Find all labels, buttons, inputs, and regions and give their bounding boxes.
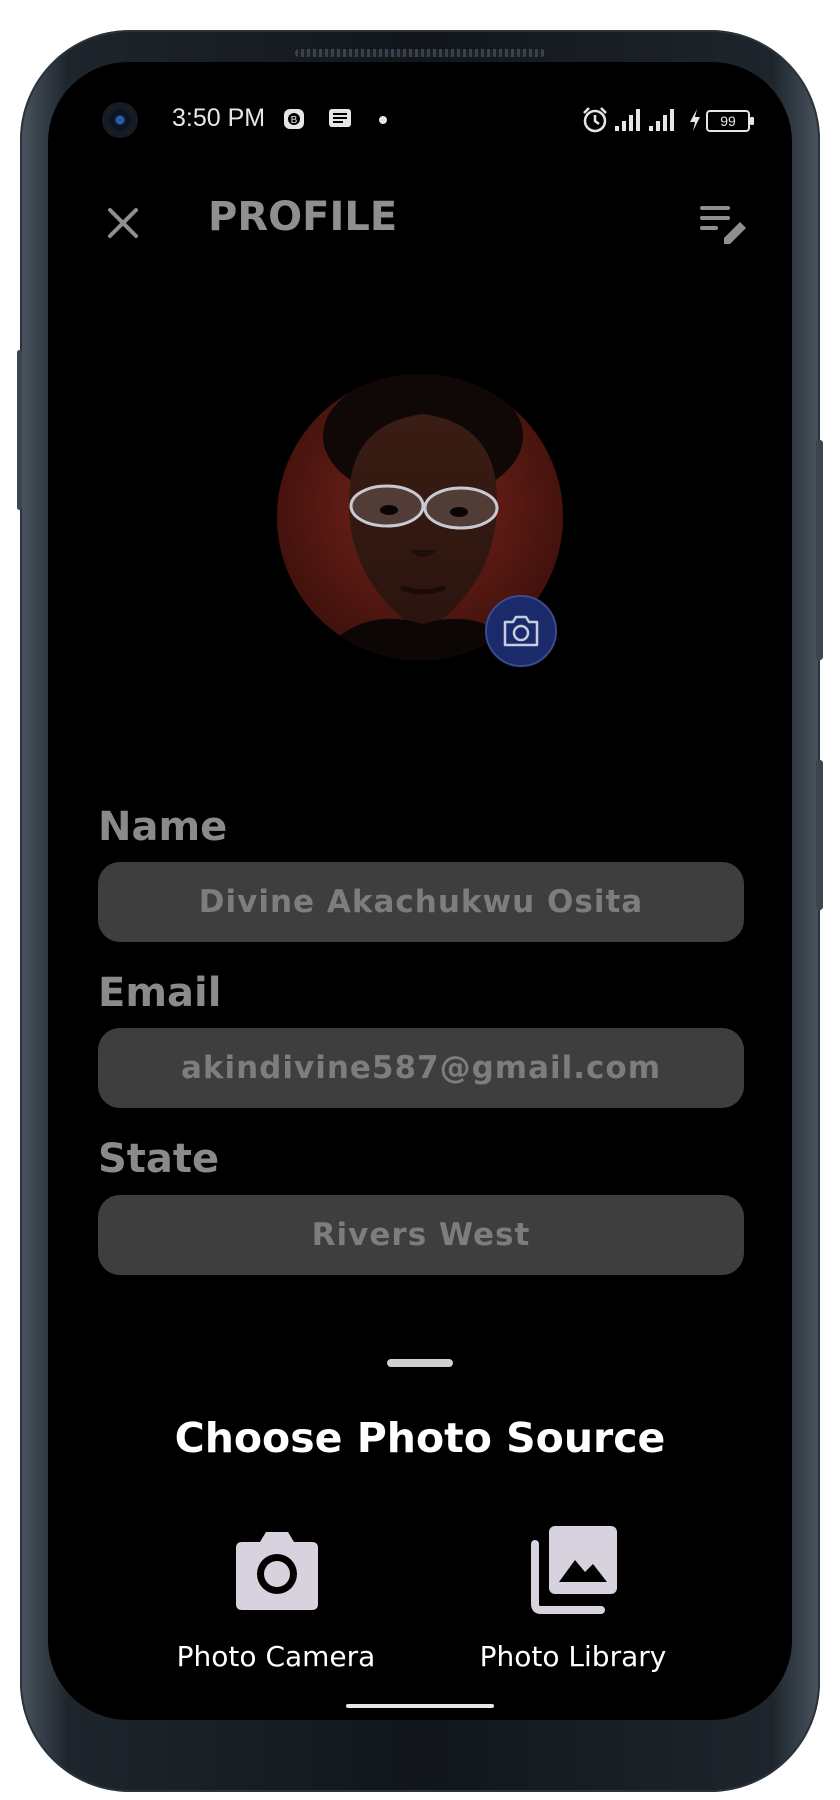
charging-icon <box>690 109 700 131</box>
battery-icon: 99 <box>706 110 754 132</box>
name-label: Name <box>98 804 228 850</box>
state-label: State <box>98 1136 220 1182</box>
close-button[interactable] <box>98 198 148 248</box>
photo-camera-label: Photo Camera <box>176 1640 376 1673</box>
sheet-drag-handle[interactable] <box>387 1359 453 1367</box>
dot-icon <box>379 116 387 124</box>
photo-camera-option[interactable]: Photo Camera <box>156 1522 396 1702</box>
state-field[interactable]: Rivers West <box>98 1195 744 1275</box>
sheet-title: Choose Photo Source <box>174 1414 666 1462</box>
photo-library-option[interactable]: Photo Library <box>453 1522 693 1702</box>
speaker-grille <box>295 49 545 57</box>
alarm-icon <box>583 107 607 133</box>
signal-icon <box>649 109 674 131</box>
message-notification-icon <box>329 109 351 127</box>
camera-icon <box>236 1532 318 1610</box>
camera-icon <box>503 615 539 647</box>
screen: 3:50 PM B 99 PROFILE Name Divine Akachuk… <box>48 62 792 1720</box>
close-icon <box>108 208 138 238</box>
edit-profile-button[interactable] <box>696 198 750 248</box>
app-notification-icon: B <box>284 109 304 129</box>
svg-text:B: B <box>291 115 298 126</box>
photo-library-icon <box>531 1526 617 1614</box>
status-time: 3:50 PM <box>172 104 266 132</box>
power-button <box>816 440 823 660</box>
status-bar: 3:50 PM B 99 <box>48 62 792 172</box>
home-indicator[interactable] <box>346 1704 494 1708</box>
change-photo-button[interactable] <box>485 595 557 667</box>
side-button <box>17 350 22 510</box>
edit-list-icon <box>700 206 746 244</box>
photo-library-label: Photo Library <box>479 1640 667 1673</box>
front-camera <box>102 102 138 138</box>
signal-icon <box>615 109 640 131</box>
volume-button <box>816 760 823 910</box>
email-field[interactable]: akindivine587@gmail.com <box>98 1028 744 1108</box>
email-label: Email <box>98 970 222 1016</box>
name-field[interactable]: Divine Akachukwu Osita <box>98 862 744 942</box>
page-title: PROFILE <box>208 194 398 240</box>
